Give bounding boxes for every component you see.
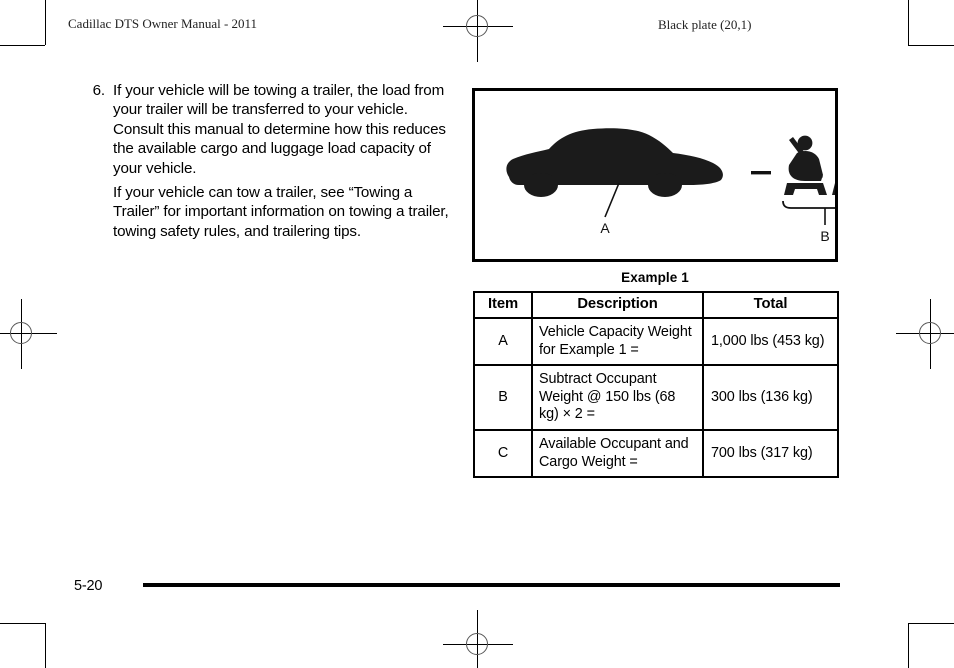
cell-description: Vehicle Capacity Weight for Example 1 = — [531, 316, 704, 367]
running-head-right: Black plate (20,1) — [658, 17, 752, 32]
crop-mark-top-right-horizontal — [908, 45, 954, 46]
cell-item: B — [473, 364, 533, 431]
minus-operator — [751, 171, 771, 175]
numbered-list-item: 6. If your vehicle will be towing a trai… — [84, 81, 454, 178]
crop-mark-bottom-right-horizontal — [908, 623, 954, 624]
body-text-column: 6. If your vehicle will be towing a trai… — [84, 81, 454, 241]
list-item-text: If your vehicle will be towing a trailer… — [113, 82, 446, 177]
registration-mark-circle — [919, 322, 941, 344]
registration-mark-circle — [466, 15, 488, 37]
table-row: C Available Occupant and Cargo Weight = … — [473, 428, 839, 479]
running-head-left: Cadillac DTS Owner Manual - 2011 — [68, 16, 258, 31]
crop-mark-top-right-vertical — [908, 0, 909, 45]
cell-total: 1,000 lbs (453 kg) — [702, 316, 839, 367]
seated-occupants-icon — [784, 135, 827, 195]
figure-illustration-box: A B — [472, 88, 838, 262]
column-header-description: Description — [531, 291, 704, 319]
table-header-row: Item Description Total — [473, 291, 839, 319]
body-paragraph: If your vehicle can tow a trailer, see “… — [113, 184, 449, 240]
load-capacity-diagram: A B — [506, 128, 835, 244]
car-silhouette-icon — [506, 128, 723, 197]
seated-occupants-icon-second — [832, 183, 835, 195]
column-header-total: Total — [702, 291, 839, 319]
figure-label-a: A — [600, 220, 610, 236]
crop-mark-bottom-right-vertical — [908, 623, 909, 668]
load-capacity-table: Item Description Total A Vehicle Capacit… — [473, 291, 839, 479]
crop-mark-top-left-vertical — [45, 0, 46, 45]
manual-page: Cadillac DTS Owner Manual - 2011 Black p… — [0, 0, 954, 668]
crop-mark-bottom-left-horizontal — [0, 623, 45, 624]
cell-total: 300 lbs (136 kg) — [702, 364, 839, 431]
figure-label-b: B — [820, 228, 829, 244]
crop-mark-bottom-left-vertical — [45, 623, 46, 668]
registration-mark-circle — [10, 322, 32, 344]
footer-rule — [143, 583, 840, 587]
page-number: 5-20 — [74, 578, 103, 594]
column-header-item: Item — [473, 291, 533, 319]
registration-mark-right — [896, 299, 954, 369]
cell-description: Subtract Occupant Weight @ 150 lbs (68 k… — [531, 364, 704, 431]
registration-mark-left — [0, 299, 57, 369]
registration-mark-top — [443, 0, 513, 62]
registration-mark-bottom — [443, 610, 513, 668]
cell-total: 700 lbs (317 kg) — [702, 428, 839, 479]
figure-caption: Example 1 — [621, 270, 689, 285]
occupant-group-brace — [782, 200, 835, 209]
leader-line-a — [604, 182, 620, 218]
cell-item: A — [473, 316, 533, 367]
table-row: B Subtract Occupant Weight @ 150 lbs (68… — [473, 364, 839, 431]
registration-mark-circle — [466, 633, 488, 655]
cell-item: C — [473, 428, 533, 479]
crop-mark-top-left-horizontal — [0, 45, 45, 46]
list-item-number: 6. — [92, 82, 106, 99]
table-row: A Vehicle Capacity Weight for Example 1 … — [473, 316, 839, 367]
cell-description: Available Occupant and Cargo Weight = — [531, 428, 704, 479]
